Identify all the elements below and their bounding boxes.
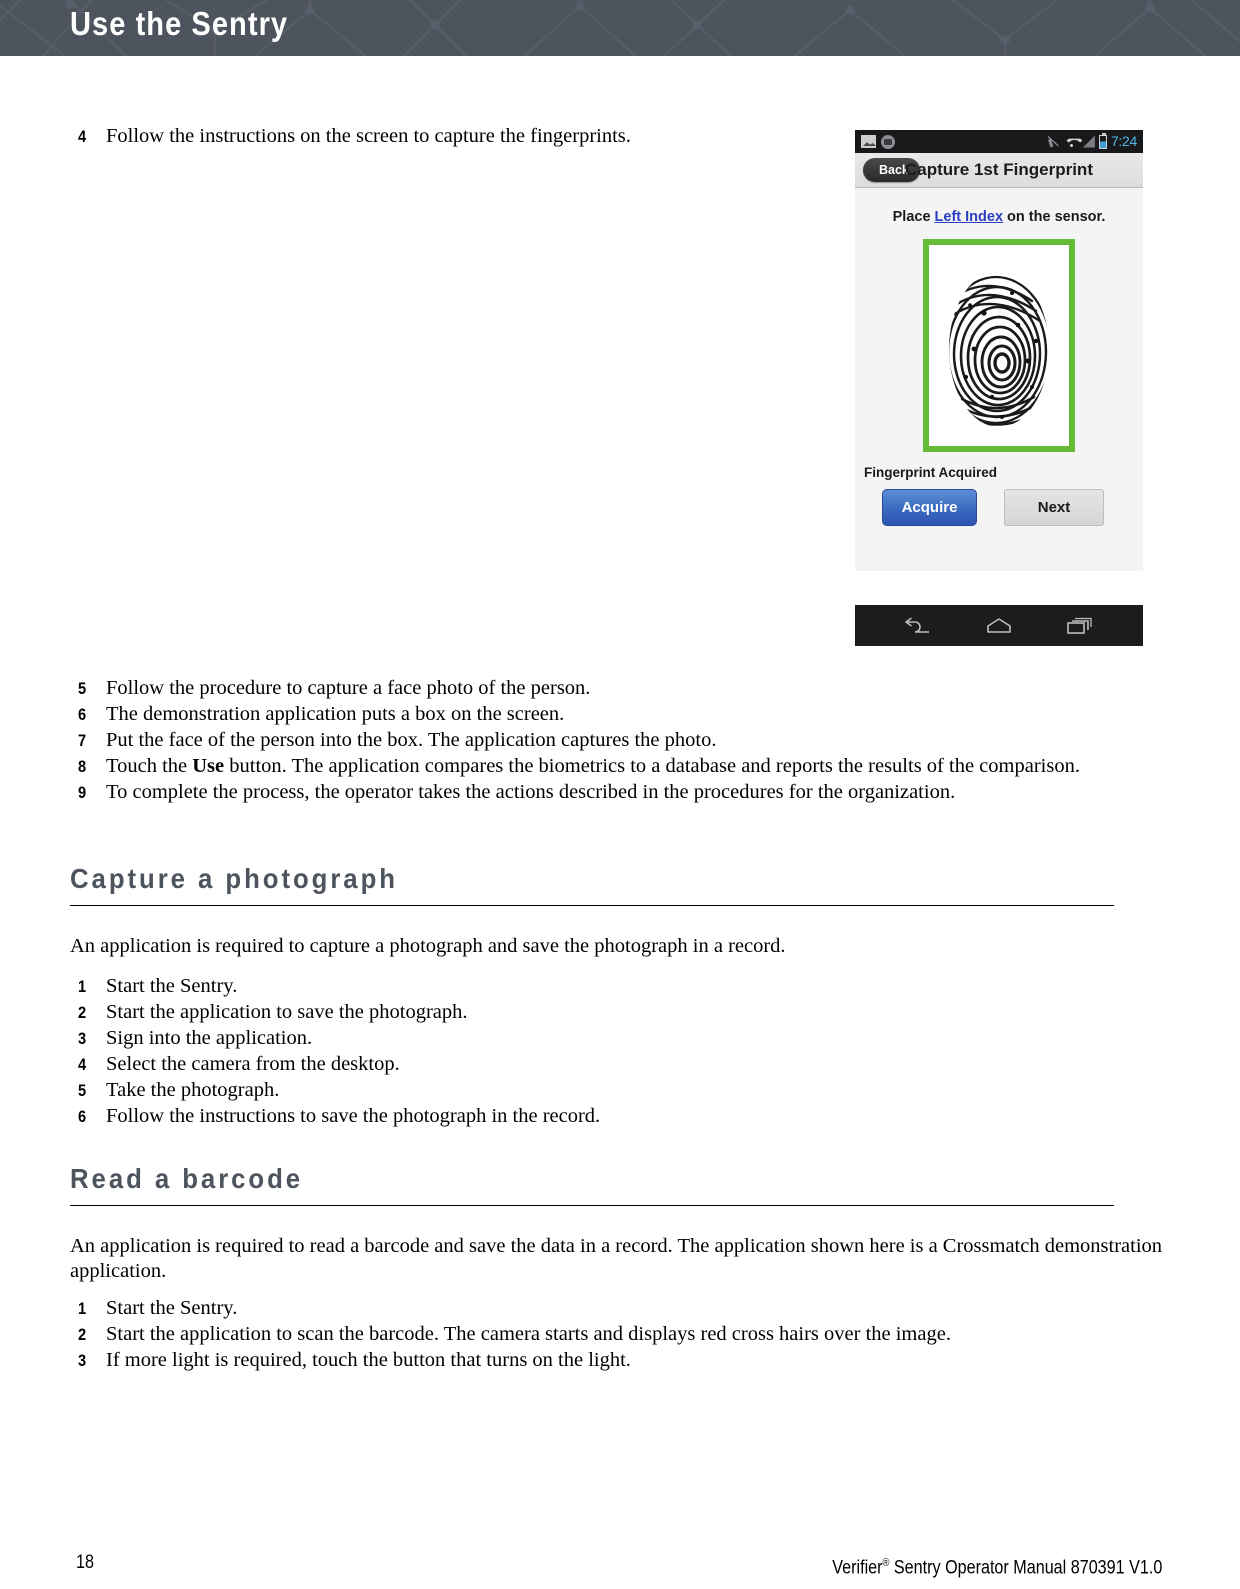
list-item: 3 If more light is required, touch the b… — [70, 1348, 1090, 1373]
fingerprint-image — [949, 270, 1049, 427]
list-item: 2 Start the application to save the phot… — [70, 1000, 1090, 1025]
battery-icon — [1098, 132, 1107, 149]
status-system-icons: 7:24 — [1048, 130, 1137, 153]
page-number: 18 — [76, 1552, 94, 1573]
back-arrow-icon[interactable] — [903, 616, 933, 636]
step-text: To complete the process, the operator ta… — [106, 781, 956, 803]
phone-screenshot-figure: 7:24 Back Capture 1st Fingerprint Place … — [855, 130, 1143, 571]
list-item: 4 Select the camera from the desktop. — [70, 1052, 1090, 1077]
section-capture-intro: An application is required to capture a … — [70, 935, 786, 957]
step-text: The demonstration application puts a box… — [106, 703, 565, 725]
android-navigation-bar — [855, 605, 1143, 646]
instruction-suffix: on the sensor. — [1003, 209, 1106, 225]
step-number: 1 — [78, 977, 87, 996]
list-item: 5 Follow the procedure to capture a face… — [70, 676, 1090, 701]
phone-status-bar: 7:24 — [855, 130, 1143, 153]
step-number: 6 — [78, 705, 87, 724]
step-text: Start the Sentry. — [106, 975, 238, 997]
registered-mark: ® — [882, 1557, 890, 1569]
list-item: 6 The demonstration application puts a b… — [70, 702, 1090, 727]
step-text: Start the Sentry. — [106, 1297, 238, 1319]
next-button[interactable]: Next — [1004, 489, 1104, 526]
step-text: Touch the Use button. The application co… — [106, 755, 1080, 777]
step-number: 4 — [78, 1055, 87, 1074]
step-number: 5 — [78, 679, 87, 698]
fingerprint-status-text: Fingerprint Acquired — [864, 465, 998, 480]
step-number: 6 — [78, 1107, 87, 1126]
phone-screen-body: Place Left Index on the sensor. Fingerpr… — [855, 188, 1143, 570]
step-number: 4 — [78, 127, 87, 146]
phone-action-bar: Back Capture 1st Fingerprint — [855, 153, 1143, 188]
step-text: Follow the instructions to save the phot… — [106, 1105, 601, 1127]
acquire-button[interactable]: Acquire — [882, 489, 977, 526]
capture-steps-list: 1 Start the Sentry. 2 Start the applicat… — [70, 974, 1090, 1130]
section-divider — [70, 905, 1114, 906]
section-read-barcode: Read a barcode — [70, 1162, 1130, 1206]
sensor-instruction-text: Place Left Index on the sensor. — [855, 209, 1143, 225]
page-footer: 18 Verifier® Sentry Operator Manual 8703… — [0, 1551, 1240, 1578]
step-text: Put the face of the person into the box.… — [106, 729, 717, 751]
list-item: 8 Touch the Use button. The application … — [70, 754, 1090, 779]
page-title: Use the Sentry — [70, 5, 289, 42]
status-clock: 7:24 — [1110, 133, 1137, 149]
step-text: Follow the instructions on the screen to… — [106, 125, 631, 147]
step-number: 2 — [78, 1325, 87, 1344]
manual-reference: Verifier® Sentry Operator Manual 870391 … — [832, 1551, 1162, 1580]
steps-5-9-list: 5 Follow the procedure to capture a face… — [70, 676, 1090, 806]
step-text: Start the application to scan the barcod… — [106, 1323, 951, 1345]
page-header-banner: Use the Sentry — [0, 0, 1240, 56]
section-capture-photograph: Capture a photograph — [70, 862, 1130, 906]
list-item: 1 Start the Sentry. — [70, 974, 1090, 999]
sync-notification-icon — [881, 134, 895, 149]
section-barcode-intro: An application is required to read a bar… — [70, 1235, 1163, 1282]
step-text: If more light is required, touch the but… — [106, 1349, 631, 1371]
barcode-steps-list: 1 Start the Sentry. 2 Start the applicat… — [70, 1296, 1090, 1374]
instruction-prefix: Place — [892, 209, 935, 225]
step-text: Take the photograph. — [106, 1079, 280, 1101]
manual-suffix: Sentry Operator Manual 870391 V1.0 — [889, 1557, 1162, 1579]
home-icon[interactable] — [984, 616, 1014, 636]
list-item: 4 Follow the instructions on the screen … — [70, 124, 830, 149]
list-item: 5 Take the photograph. — [70, 1078, 1090, 1103]
recent-apps-icon[interactable] — [1065, 616, 1095, 636]
step-number: 7 — [78, 731, 87, 750]
left-index-link[interactable]: Left Index — [935, 209, 1003, 225]
step-text: Start the application to save the photog… — [106, 1001, 468, 1023]
step-number: 2 — [78, 1003, 87, 1022]
step-text: Follow the procedure to capture a face p… — [106, 677, 591, 699]
step-number: 3 — [78, 1029, 87, 1048]
list-item: 7 Put the face of the person into the bo… — [70, 728, 1090, 753]
status-notification-icons — [861, 134, 895, 149]
section-heading: Capture a photograph — [70, 863, 398, 894]
back-button[interactable]: Back — [863, 158, 920, 182]
step-number: 9 — [78, 783, 87, 802]
list-item: 6 Follow the instructions to save the ph… — [70, 1104, 1090, 1129]
step-number: 5 — [78, 1081, 87, 1100]
list-item: 2 Start the application to scan the barc… — [70, 1322, 1090, 1347]
phone-button-row: Acquire Next — [855, 489, 1143, 526]
list-item: 3 Sign into the application. — [70, 1026, 1090, 1051]
step-text: Sign into the application. — [106, 1027, 313, 1049]
signal-icon — [1082, 135, 1095, 148]
manual-prefix: Verifier — [831, 1557, 883, 1579]
wifi-icon — [1064, 136, 1079, 148]
step-text: Select the camera from the desktop. — [106, 1053, 400, 1075]
section-divider — [70, 1205, 1114, 1206]
mute-icon — [1048, 135, 1060, 149]
step-number: 8 — [78, 757, 87, 776]
section-heading: Read a barcode — [70, 1163, 304, 1194]
list-item: 1 Start the Sentry. — [70, 1296, 1090, 1321]
step-number: 1 — [78, 1299, 87, 1318]
step-number: 3 — [78, 1351, 87, 1370]
fingerprint-preview-frame — [923, 239, 1075, 452]
photo-notification-icon — [861, 135, 876, 148]
list-item: 9 To complete the process, the operator … — [70, 780, 1090, 805]
step-4-block: 4 Follow the instructions on the screen … — [70, 124, 830, 150]
